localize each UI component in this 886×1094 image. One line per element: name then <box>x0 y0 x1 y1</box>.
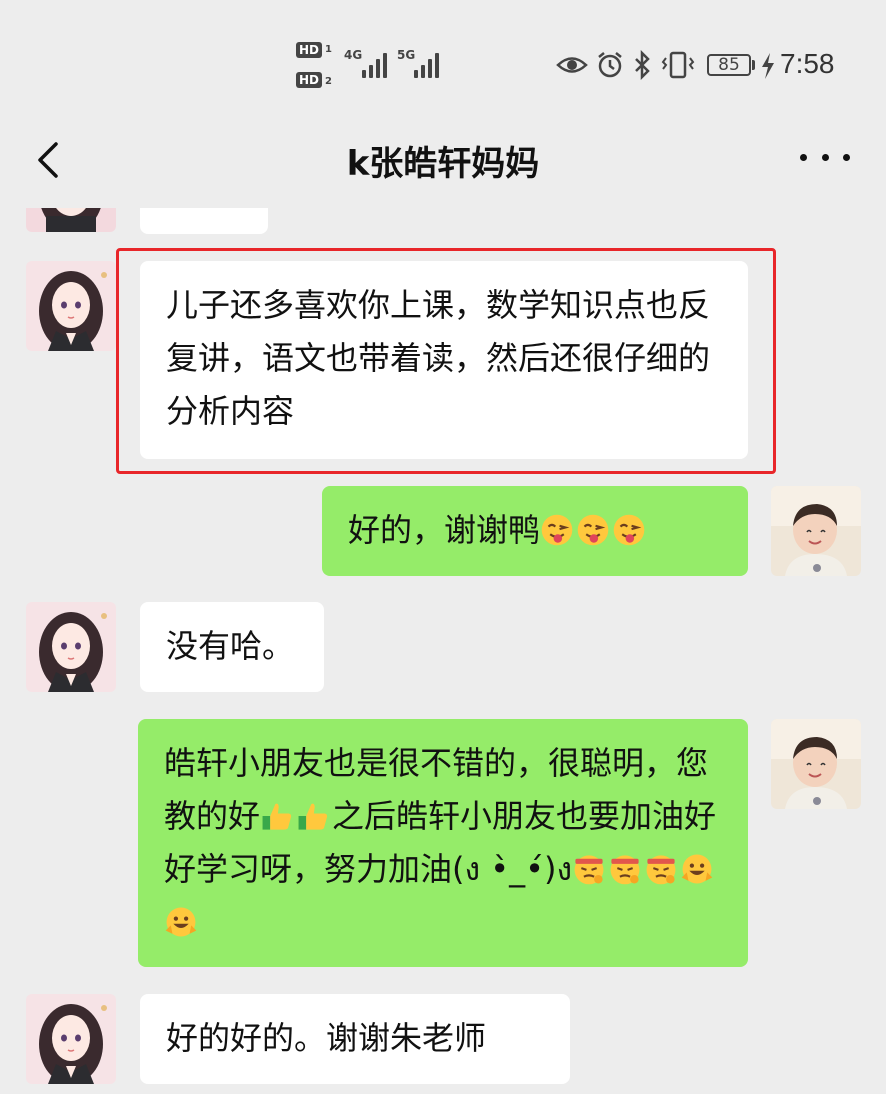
determined-emoji <box>646 855 676 885</box>
wink-tongue-emoji <box>541 514 573 546</box>
grin-emoji <box>681 854 713 884</box>
message-bubble-outgoing[interactable]: 好的，谢谢鸭 <box>322 486 748 576</box>
message-bubble-incoming[interactable] <box>140 208 268 234</box>
more-dots-icon[interactable] <box>800 154 850 166</box>
wink-tongue-emoji <box>613 514 645 546</box>
alarm-icon <box>598 52 622 78</box>
user-avatar[interactable] <box>771 486 861 576</box>
battery-icon: 85 <box>707 54 751 76</box>
message-bubble-incoming[interactable]: 没有哈。 <box>140 602 324 692</box>
battery-tip <box>752 60 755 70</box>
hd2-sub: 2 <box>325 76 332 87</box>
network-4g-label: 4G <box>344 48 363 62</box>
message-text: 好的，谢谢鸭 <box>348 511 541 549</box>
contact-avatar[interactable] <box>26 261 116 351</box>
thumbs-up-emoji <box>262 803 292 830</box>
message-bubble-incoming[interactable]: 好的好的。谢谢朱老师 <box>140 994 570 1084</box>
message-list[interactable]: 儿子还多喜欢你上课，数学知识点也反复讲，语文也带着读，然后还很仔细的分析内容 好… <box>0 208 886 1094</box>
signal-bars-1-icon <box>362 52 387 78</box>
contact-avatar[interactable] <box>26 208 116 232</box>
status-bar: HD 1 HD 2 4G 5G 85 7:58 <box>0 0 886 120</box>
chat-title: k张皓轩妈妈 <box>346 144 540 184</box>
clock-time: 7:58 <box>780 48 835 79</box>
contact-avatar[interactable] <box>26 994 116 1084</box>
signal-bars-2-icon <box>414 52 439 78</box>
user-avatar[interactable] <box>771 719 861 809</box>
determined-emoji <box>610 855 640 885</box>
eye-icon <box>556 57 588 73</box>
battery-level: 85 <box>718 55 740 75</box>
message-text: 好的好的。谢谢朱老师 <box>166 1019 487 1057</box>
message-text: 没有哈。 <box>166 627 295 665</box>
grin-emoji <box>165 907 197 937</box>
thumbs-up-emoji <box>298 803 328 830</box>
highlight-box <box>116 248 776 474</box>
message-bubble-outgoing[interactable]: 皓轩小朋友也是很不错的，很聪明，您教的好 之后皓轩小朋友也要加油好好学习呀，努力加… <box>138 719 748 967</box>
network-5g-label: 5G <box>397 48 416 62</box>
vibrate-icon <box>661 51 695 79</box>
wink-tongue-emoji <box>577 514 609 546</box>
chat-header: k张皓轩妈妈 <box>0 120 886 200</box>
hd2-badge: HD <box>296 72 323 88</box>
determined-emoji <box>574 855 604 885</box>
contact-avatar[interactable] <box>26 602 116 692</box>
hd1-badge: HD <box>296 42 323 58</box>
hd1-sub: 1 <box>325 44 332 55</box>
bluetooth-icon <box>635 50 650 80</box>
charging-icon <box>762 53 774 79</box>
